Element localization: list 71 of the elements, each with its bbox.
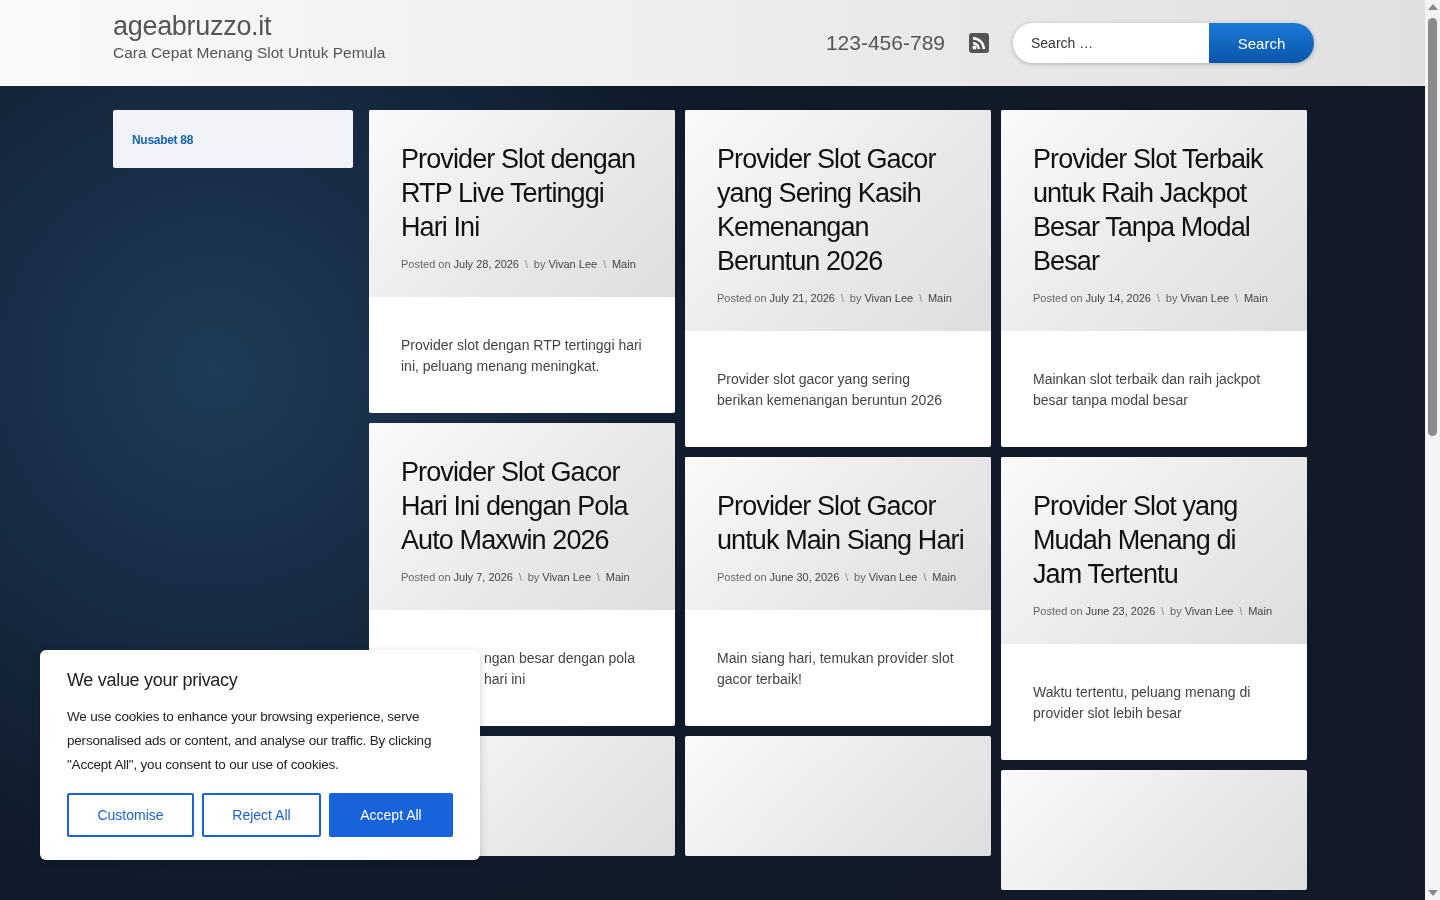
by-label: by	[533, 258, 546, 270]
posted-label: Posted on	[717, 292, 767, 304]
post-title[interactable]: Provider Slot Terbaik untuk Raih Jackpot Besar Tanpa Modal Besar	[1033, 142, 1285, 278]
post-date[interactable]: June 30, 2026	[769, 571, 840, 583]
meta-separator: \	[1161, 606, 1165, 617]
scroll-down-icon[interactable]	[1427, 890, 1438, 896]
post-date[interactable]: July 7, 2026	[453, 571, 513, 583]
meta-separator: \	[603, 259, 606, 270]
scroll-up-icon[interactable]	[1427, 4, 1438, 10]
by-label: by	[1170, 605, 1182, 617]
post-category[interactable]: Main	[605, 571, 630, 583]
by-label: by	[527, 571, 540, 583]
post-author[interactable]: Vivan Lee	[868, 571, 918, 583]
post-category[interactable]: Main	[927, 292, 952, 304]
meta-separator: \	[919, 293, 922, 304]
post-author[interactable]: Vivan Lee	[542, 571, 591, 583]
post-excerpt: Main siang hari, temukan provider slot gacor terbaik!	[717, 649, 955, 689]
by-label: by	[854, 571, 866, 583]
post-author[interactable]: Vivan Lee	[1184, 605, 1234, 617]
scrollbar[interactable]	[1425, 0, 1440, 900]
posted-label: Posted on	[717, 571, 767, 583]
post-date[interactable]: July 28, 2026	[453, 258, 519, 270]
cookie-title: We value your privacy	[67, 670, 239, 691]
site-title[interactable]: ageabruzzo.it	[113, 10, 386, 42]
cookie-text: We use cookies to enhance your browsing experience, serve personalised ads or content, and analyse our traffic. By clicking "Accept All", you consent to our use of cookies.	[67, 708, 433, 774]
post-excerpt: Provider slot dengan RTP tertinggi hari ini, peluang menang meningkat.	[401, 336, 643, 376]
posted-label: Posted on	[1033, 292, 1083, 304]
search-button[interactable]: Search	[1209, 23, 1314, 63]
meta-separator: \	[518, 572, 522, 583]
by-label: by	[849, 292, 862, 304]
by-label: by	[1165, 292, 1178, 304]
post-category[interactable]: Main	[932, 571, 957, 583]
post-excerpt: hari ini	[483, 670, 527, 689]
post-date[interactable]: July 14, 2026	[1085, 292, 1151, 304]
post-title[interactable]: Provider Slot yang Mudah Menang di Jam Tertentu	[1033, 489, 1285, 591]
post-title[interactable]: Provider Slot Gacor Hari Ini dengan Pola Auto Maxwin 2026	[401, 455, 653, 557]
cookie-button[interactable]: Accept All	[329, 793, 453, 837]
post-excerpt: Provider slot gacor yang sering berikan kemenangan beruntun 2026	[717, 370, 943, 410]
meta-separator: \	[841, 293, 844, 304]
cookie-button[interactable]: Reject All	[202, 793, 321, 837]
phone-number: 123-456-789	[825, 31, 945, 55]
post-excerpt: ngan besar dengan pola	[483, 649, 637, 668]
post-category[interactable]: Main	[611, 258, 636, 270]
scrollbar-thumb[interactable]	[1428, 18, 1437, 436]
post-title[interactable]: Provider Slot dengan RTP Live Tertinggi Hari Ini	[401, 142, 653, 244]
posted-label: Posted on	[401, 258, 451, 270]
meta-separator: \	[1235, 293, 1238, 304]
posted-label: Posted on	[401, 571, 451, 583]
post-excerpt: Waktu tertentu, peluang menang di provider slot lebih besar	[1033, 683, 1252, 723]
post-title[interactable]: Provider Slot Gacor untuk Main Siang Hari	[717, 489, 969, 557]
meta-separator: \	[845, 572, 849, 583]
meta-separator: \	[1157, 293, 1160, 304]
post-author[interactable]: Vivan Lee	[548, 258, 598, 270]
cookie-button[interactable]: Customise	[67, 793, 194, 837]
post-author[interactable]: Vivan Lee	[864, 292, 914, 304]
post-category[interactable]: Main	[1248, 605, 1273, 617]
meta-separator: \	[525, 259, 528, 270]
post-category[interactable]: Main	[1243, 292, 1268, 304]
post-excerpt: Mainkan slot terbaik dan raih jackpot besar tanpa modal besar	[1033, 370, 1262, 410]
site-tagline: Cara Cepat Menang Slot Untuk Pemula	[113, 43, 386, 62]
meta-separator: \	[597, 572, 600, 583]
posted-label: Posted on	[1033, 605, 1083, 617]
sidebar-link[interactable]: Nusabet 88	[132, 133, 194, 147]
meta-separator: \	[1239, 606, 1243, 617]
post-date[interactable]: July 21, 2026	[769, 292, 835, 304]
post-date[interactable]: June 23, 2026	[1085, 605, 1156, 617]
rss-icon[interactable]	[969, 33, 989, 53]
post-author[interactable]: Vivan Lee	[1180, 292, 1230, 304]
post-title[interactable]: Provider Slot Gacor yang Sering Kasih Kemenangan Beruntun 2026	[717, 142, 969, 278]
search-field[interactable]: Search …	[1013, 23, 1209, 63]
meta-separator: \	[923, 572, 927, 583]
